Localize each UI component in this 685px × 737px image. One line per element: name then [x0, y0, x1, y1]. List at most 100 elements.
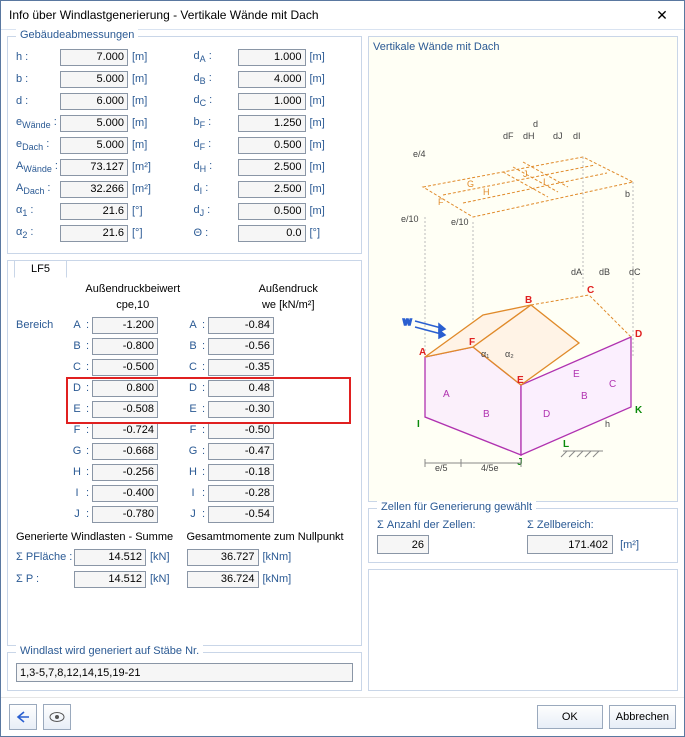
we-input[interactable] [208, 506, 274, 523]
svg-text:E: E [573, 369, 580, 380]
dim-unit: [°] [132, 227, 158, 239]
zellen-area-value[interactable] [527, 535, 613, 554]
dim-input[interactable] [238, 115, 306, 132]
svg-text:L: L [563, 439, 569, 450]
building-diagram: G H J I F d dFdHdJdI b e/4 e/10 e/10 [373, 57, 665, 487]
titlebar: Info über Windlastgenerierung - Vertikal… [1, 1, 684, 30]
dim-label: dJ : [194, 204, 238, 218]
dim-label: dF : [194, 138, 238, 152]
zone-label: A [68, 319, 86, 331]
dim-unit: [°] [132, 205, 158, 217]
cpe-input[interactable] [92, 443, 158, 460]
tab-lf5[interactable]: LF5 [14, 260, 67, 278]
svg-text:J: J [523, 169, 528, 179]
cpe-input[interactable] [92, 422, 158, 439]
diagram-panel: Vertikale Wände mit Dach G H J [368, 36, 678, 502]
dim-label: dH : [194, 160, 238, 174]
dim-input[interactable] [60, 49, 128, 66]
dim-input[interactable] [238, 181, 306, 198]
dim-label: bF : [194, 116, 238, 130]
back-button[interactable] [9, 704, 37, 730]
dim-label: eWände : [16, 116, 60, 130]
zone-label: I [184, 487, 202, 499]
dim-unit: [m] [310, 161, 336, 173]
sum-label: Σ P : [16, 573, 74, 585]
dim-input[interactable] [60, 203, 128, 220]
svg-text:dJ: dJ [553, 131, 563, 141]
we-input[interactable] [208, 401, 274, 418]
cpe-input[interactable] [92, 485, 158, 502]
svg-text:A: A [419, 347, 426, 358]
zone-label: D [184, 382, 202, 394]
we-input[interactable] [208, 443, 274, 460]
dim-input[interactable] [238, 71, 306, 88]
zone-label: D [68, 382, 86, 394]
dim-input[interactable] [238, 203, 306, 220]
we-input[interactable] [208, 485, 274, 502]
cpe-input[interactable] [92, 359, 158, 376]
dim-label: d : [16, 95, 60, 107]
dim-label: b : [16, 73, 60, 85]
dim-input[interactable] [238, 159, 306, 176]
sum-input[interactable] [187, 571, 259, 588]
dim-input[interactable] [60, 181, 128, 198]
we-input[interactable] [208, 359, 274, 376]
close-icon[interactable]: ✕ [648, 7, 676, 24]
cpe-input[interactable] [92, 380, 158, 397]
we-input[interactable] [208, 338, 274, 355]
zone-label: B [184, 340, 202, 352]
sum-input[interactable] [74, 571, 146, 588]
svg-text:α₂: α₂ [505, 349, 514, 359]
sum-input[interactable] [74, 549, 146, 566]
dim-input[interactable] [60, 159, 128, 176]
dim-input[interactable] [60, 115, 128, 132]
svg-text:F: F [469, 337, 475, 348]
cancel-button[interactable]: Abbrechen [609, 705, 676, 729]
dim-unit: [m] [132, 73, 158, 85]
dim-input[interactable] [60, 93, 128, 110]
diagram-title: Vertikale Wände mit Dach [373, 41, 673, 53]
sum-unit: [kN] [150, 551, 170, 563]
dim-label: dC : [194, 94, 238, 108]
sum-unit: [kN] [150, 573, 170, 585]
group-dimensions-legend: Gebäudeabmessungen [16, 29, 138, 41]
we-input[interactable] [208, 422, 274, 439]
ok-button[interactable]: OK [537, 705, 603, 729]
zone-label: G [68, 445, 86, 457]
we-input[interactable] [208, 317, 274, 334]
cpe-input[interactable] [92, 464, 158, 481]
svg-text:E: E [517, 375, 524, 386]
dim-label: h : [16, 51, 60, 63]
back-arrow-icon [16, 711, 30, 723]
dim-label: dB : [194, 72, 238, 86]
dim-input[interactable] [60, 137, 128, 154]
dim-label: dI : [194, 182, 238, 196]
we-input[interactable] [208, 380, 274, 397]
dim-input[interactable] [238, 49, 306, 66]
zone-label: I [68, 487, 86, 499]
cpe-input[interactable] [92, 317, 158, 334]
view-button[interactable] [43, 704, 71, 730]
we-input[interactable] [208, 464, 274, 481]
cpe-input[interactable] [92, 338, 158, 355]
dim-label: α1 : [16, 204, 60, 218]
zellen-count-value[interactable] [377, 535, 429, 554]
zellen-area-label: Σ Zellbereich: [527, 519, 669, 531]
dim-unit: [m] [310, 73, 336, 85]
svg-text:H: H [483, 187, 490, 197]
zone-label: F [68, 424, 86, 436]
dim-input[interactable] [238, 137, 306, 154]
dim-input[interactable] [60, 225, 128, 242]
staebe-input[interactable] [16, 663, 353, 682]
sums-head-right: Gesamtmomente zum Nullpunkt [187, 531, 354, 543]
cpe-input[interactable] [92, 506, 158, 523]
dim-unit: [m] [310, 117, 336, 129]
dim-input[interactable] [238, 225, 306, 242]
col-head-cpe: Außendruckbeiwert [68, 283, 198, 295]
dim-input[interactable] [60, 71, 128, 88]
sum-input[interactable] [187, 549, 259, 566]
cpe-input[interactable] [92, 401, 158, 418]
dim-input[interactable] [238, 93, 306, 110]
zone-label: B [68, 340, 86, 352]
dim-unit: [m] [310, 51, 336, 63]
